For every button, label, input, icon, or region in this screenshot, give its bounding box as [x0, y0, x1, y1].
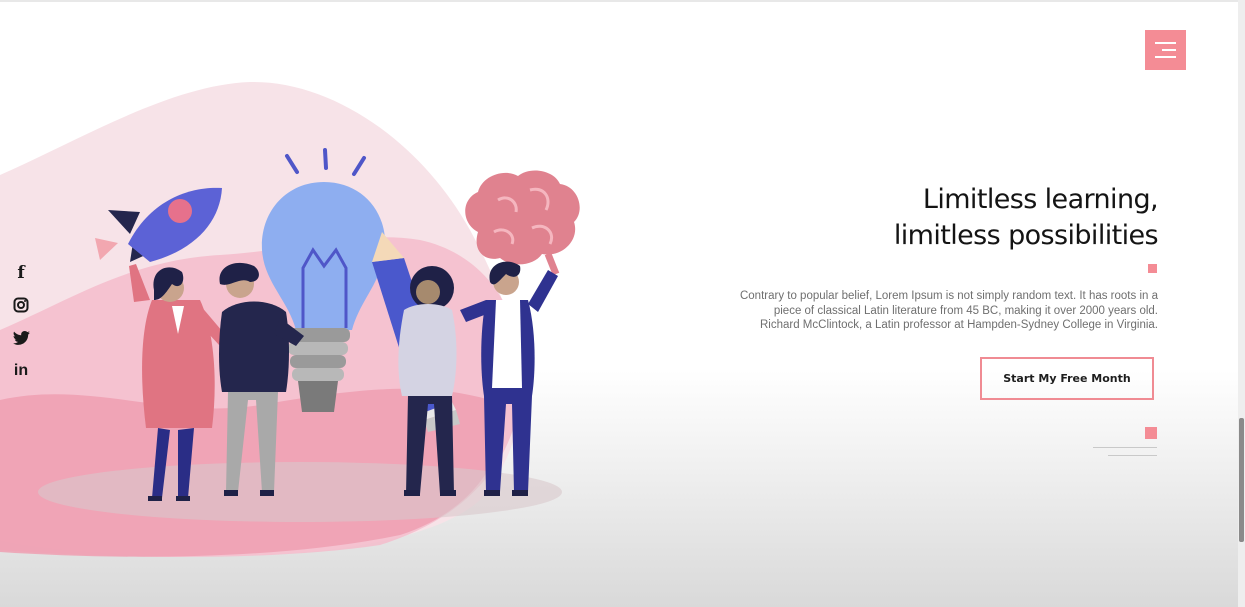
hero-title: Limitless learning, limitless possibilit…	[893, 182, 1159, 254]
hamburger-menu-button[interactable]	[1145, 30, 1186, 70]
hero-title-line-2: limitless possibilities	[893, 220, 1159, 251]
menu-line	[1155, 56, 1176, 58]
ground-shadow	[38, 462, 562, 522]
menu-line	[1155, 42, 1176, 44]
twitter-icon[interactable]	[10, 327, 32, 349]
instagram-icon[interactable]	[10, 294, 32, 316]
menu-line	[1162, 49, 1176, 51]
start-free-month-button[interactable]: Start My Free Month	[980, 357, 1154, 400]
accent-square	[1145, 427, 1157, 439]
scrollbar-thumb[interactable]	[1239, 418, 1244, 542]
divider-line	[1093, 447, 1157, 448]
twitter-glyph	[12, 331, 30, 345]
facebook-icon[interactable]: f	[10, 262, 32, 284]
hero-illustration	[0, 81, 580, 557]
instagram-glyph	[13, 297, 29, 313]
linkedin-icon[interactable]: in	[10, 360, 32, 382]
accent-square	[1148, 264, 1157, 273]
hero-description: Contrary to popular belief, Lorem Ipsum …	[739, 290, 1158, 331]
top-border	[0, 0, 1245, 2]
divider-line	[1108, 455, 1157, 456]
hero-title-line-1: Limitless learning,	[922, 184, 1159, 215]
